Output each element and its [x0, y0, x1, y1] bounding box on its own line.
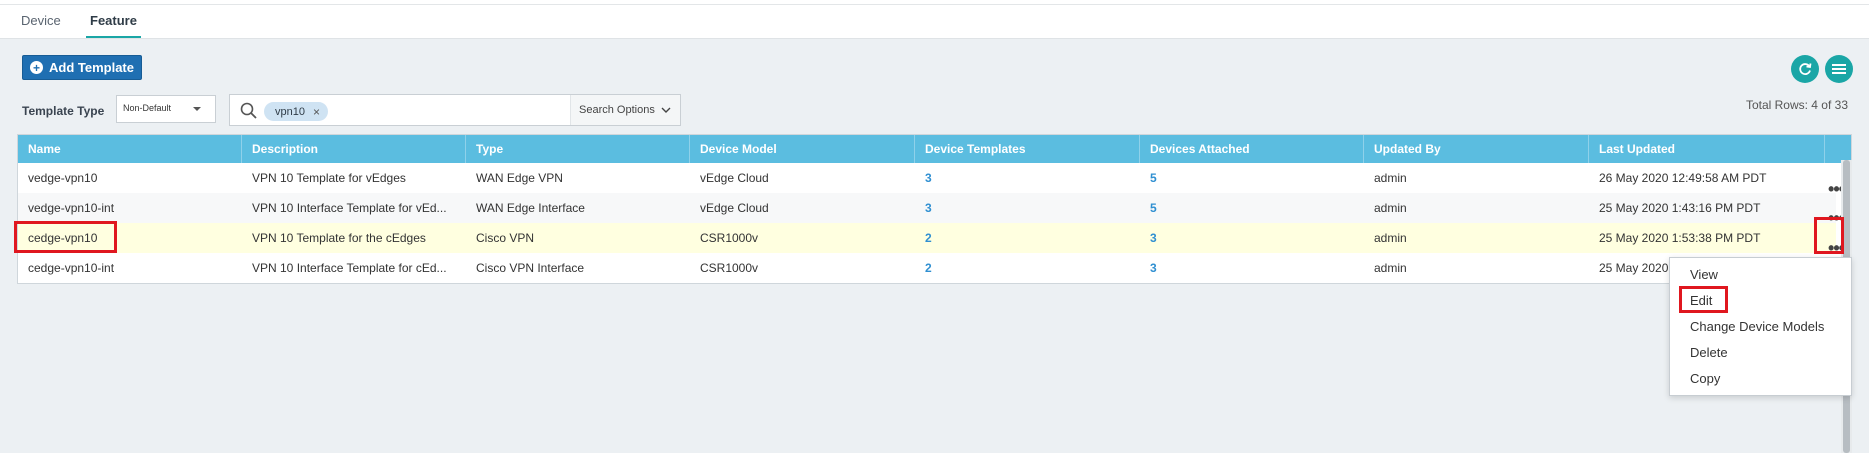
- cell-last-updated: 26 May 2020 12:49:58 AM PDT: [1599, 171, 1767, 185]
- cell-updated-by: admin: [1374, 171, 1407, 185]
- tab-bar: Device Feature: [0, 5, 1869, 39]
- cell-updated-by: admin: [1374, 261, 1407, 275]
- tab-feature[interactable]: Feature: [86, 13, 141, 38]
- cell-type: Cisco VPN Interface: [476, 261, 585, 275]
- cell-devices-attached-link[interactable]: 3: [1140, 223, 1364, 253]
- cell-description: VPN 10 Template for the cEdges: [252, 231, 426, 245]
- search-chip-label: vpn10: [275, 105, 305, 118]
- menu-button[interactable]: [1825, 55, 1853, 83]
- cell-last-updated: 25 May 2020 1:53:38 PM PDT: [1599, 231, 1761, 245]
- cell-description: VPN 10 Interface Template for vEd...: [252, 201, 447, 215]
- cell-name: cedge-vpn10-int: [28, 261, 115, 275]
- chevron-down-icon: [661, 107, 671, 113]
- cell-description: VPN 10 Interface Template for cEd...: [252, 261, 447, 275]
- cell-device-templates-link[interactable]: 3: [915, 163, 1140, 193]
- cell-updated-by: admin: [1374, 231, 1407, 245]
- search-options-label: Search Options: [579, 104, 655, 116]
- cell-device-templates-link[interactable]: 3: [915, 193, 1140, 223]
- column-header-description[interactable]: Description: [242, 135, 466, 163]
- table-row[interactable]: vedge-vpn10 VPN 10 Template for vEdges W…: [18, 163, 1836, 193]
- column-header-devices-attached[interactable]: Devices Attached: [1140, 135, 1364, 163]
- column-header-type[interactable]: Type: [466, 135, 690, 163]
- cell-type: WAN Edge Interface: [476, 201, 585, 215]
- templates-table: Name Description Type Device Model Devic…: [17, 134, 1852, 284]
- cell-device-model: CSR1000v: [700, 261, 759, 275]
- cell-device-templates-link[interactable]: 2: [915, 253, 1140, 283]
- cell-device-model: vEdge Cloud: [700, 201, 769, 215]
- column-header-last-updated[interactable]: Last Updated: [1589, 135, 1825, 163]
- search-icon: [240, 102, 257, 119]
- search-chip[interactable]: vpn10 ×: [264, 102, 328, 121]
- column-header-device-model[interactable]: Device Model: [690, 135, 915, 163]
- refresh-icon: [1799, 63, 1812, 75]
- row-actions-menu: View Edit Change Device Models Delete Co…: [1669, 257, 1852, 396]
- cell-devices-attached-link[interactable]: 5: [1140, 163, 1364, 193]
- total-rows-count: Total Rows: 4 of 33: [1745, 98, 1848, 112]
- template-type-label: Template Type: [22, 104, 105, 118]
- search-options-dropdown[interactable]: Search Options: [570, 95, 680, 125]
- template-type-value: Non-Default: [123, 103, 172, 113]
- template-type-select[interactable]: Non-Default: [116, 95, 216, 123]
- menu-item-change-device-models[interactable]: Change Device Models: [1690, 319, 1824, 334]
- table-row[interactable]: cedge-vpn10 VPN 10 Template for the cEdg…: [18, 223, 1836, 253]
- menu-item-copy[interactable]: Copy: [1690, 371, 1720, 386]
- cell-device-model: vEdge Cloud: [700, 171, 769, 185]
- cell-name: vedge-vpn10-int: [28, 201, 115, 215]
- cell-type: Cisco VPN: [476, 231, 535, 245]
- add-template-button[interactable]: + Add Template: [22, 55, 142, 80]
- cell-devices-attached-link[interactable]: 5: [1140, 193, 1364, 223]
- table-header: Name Description Type Device Model Devic…: [18, 135, 1851, 163]
- highlight-edit-menu-item: [1679, 286, 1728, 313]
- cell-device-templates-link[interactable]: 2: [915, 223, 1140, 253]
- tab-device[interactable]: Device: [17, 13, 65, 36]
- cell-description: VPN 10 Template for vEdges: [252, 171, 406, 185]
- menu-item-delete[interactable]: Delete: [1690, 345, 1728, 360]
- highlight-name-cell: [14, 221, 117, 253]
- cell-type: WAN Edge VPN: [476, 171, 563, 185]
- table-row[interactable]: cedge-vpn10-int VPN 10 Interface Templat…: [18, 253, 1836, 283]
- column-header-updated-by[interactable]: Updated By: [1364, 135, 1589, 163]
- cell-devices-attached-link[interactable]: 3: [1140, 253, 1364, 283]
- table-row[interactable]: vedge-vpn10-int VPN 10 Interface Templat…: [18, 193, 1836, 223]
- caret-down-icon: [193, 107, 201, 111]
- cell-name: vedge-vpn10: [28, 171, 98, 185]
- refresh-button[interactable]: [1791, 55, 1819, 83]
- column-header-device-templates[interactable]: Device Templates: [915, 135, 1140, 163]
- highlight-actions-button: [1814, 217, 1844, 254]
- column-header-name[interactable]: Name: [18, 135, 242, 163]
- add-template-label: Add Template: [49, 60, 134, 75]
- menu-item-view[interactable]: View: [1690, 267, 1718, 282]
- cell-updated-by: admin: [1374, 201, 1407, 215]
- plus-icon: +: [30, 61, 43, 74]
- cell-last-updated: 25 May 2020 1:43:16 PM PDT: [1599, 201, 1761, 215]
- hamburger-menu-icon: [1832, 64, 1846, 74]
- search-input[interactable]: vpn10 × Search Options: [229, 94, 681, 126]
- remove-chip-icon[interactable]: ×: [313, 105, 320, 119]
- cell-device-model: CSR1000v: [700, 231, 759, 245]
